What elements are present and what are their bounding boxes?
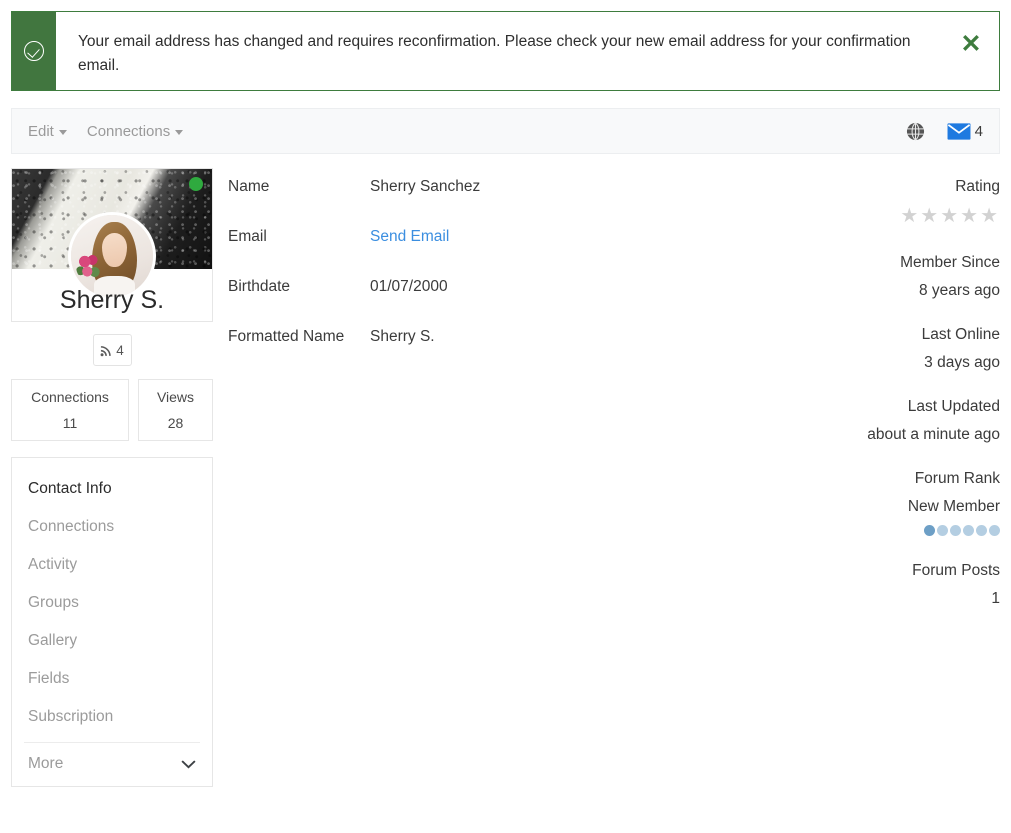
sidebar-item-fields[interactable]: Fields xyxy=(12,660,212,698)
meta-rating-label: Rating xyxy=(955,178,1000,195)
meta-last-online-label: Last Online xyxy=(921,326,1000,343)
sidebar-item-activity[interactable]: Activity xyxy=(12,546,212,584)
rank-dot xyxy=(924,525,935,536)
profile-nav: Contact Info Connections Activity Groups… xyxy=(11,457,213,787)
meta-forum-posts: Forum Posts 1 xyxy=(770,562,1000,608)
field-value-birthdate: 01/07/2000 xyxy=(370,278,448,295)
meta-last-online: Last Online 3 days ago xyxy=(770,326,1000,372)
messages-count: 4 xyxy=(974,122,983,140)
stat-connections-value: 11 xyxy=(62,415,78,431)
caret-down-icon xyxy=(58,129,67,135)
meta-forum-rank: Forum Rank New Member xyxy=(770,470,1000,536)
field-label-email: Email xyxy=(228,228,267,245)
field-label-name: Name xyxy=(228,178,270,195)
field-row-birthdate: Birthdate 01/07/2000 xyxy=(228,278,648,296)
sidebar-item-connections[interactable]: Connections xyxy=(12,508,212,546)
chevron-down-icon xyxy=(181,760,196,769)
rank-dot xyxy=(989,525,1000,536)
globe-icon[interactable] xyxy=(906,121,925,141)
sidebar-more-toggle[interactable]: More xyxy=(12,743,212,786)
field-label-birthdate: Birthdate xyxy=(228,278,291,295)
meta-rating: Rating ★★★★★ xyxy=(770,178,1000,228)
avatar-image xyxy=(71,215,153,297)
field-row-email: Email Send Email xyxy=(228,228,648,246)
profile-meta: Rating ★★★★★ Member Since 8 years ago La… xyxy=(770,178,1000,634)
field-value-name: Sherry Sanchez xyxy=(370,178,481,195)
meta-forum-posts-label: Forum Posts xyxy=(912,562,1000,579)
sidebar-item-contact-info[interactable]: Contact Info xyxy=(12,470,212,508)
check-circle-icon xyxy=(24,41,44,61)
profile-card: Sherry S. xyxy=(11,168,213,322)
email-confirmation-alert: Your email address has changed and requi… xyxy=(11,11,1000,91)
meta-forum-posts-value: 1 xyxy=(991,590,1000,607)
toolbar-actions: 4 xyxy=(906,121,983,141)
sidebar-item-gallery[interactable]: Gallery xyxy=(12,622,212,660)
profile-page: Your email address has changed and requi… xyxy=(0,0,1011,833)
alert-icon-strip xyxy=(12,12,56,90)
toolbar-menu-edit[interactable]: Edit xyxy=(28,123,67,140)
forum-rank-dots xyxy=(770,525,1000,536)
toolbar-menu-edit-label: Edit xyxy=(28,122,54,140)
profile-display-name: Sherry S. xyxy=(59,286,165,314)
field-label-formatted-name: Formatted Name xyxy=(228,328,345,345)
meta-member-since-label: Member Since xyxy=(900,254,1000,271)
profile-toolbar: Edit Connections 4 xyxy=(11,108,1000,154)
sidebar-more-label: More xyxy=(28,755,64,772)
feed-badge[interactable]: 4 xyxy=(92,334,132,366)
rank-dot xyxy=(963,525,974,536)
caret-down-icon xyxy=(175,129,184,135)
sidebar-item-groups[interactable]: Groups xyxy=(12,584,212,622)
feed-count: 4 xyxy=(116,342,124,358)
meta-forum-rank-label: Forum Rank xyxy=(914,470,1000,487)
rss-icon xyxy=(100,345,111,356)
alert-message: Your email address has changed and requi… xyxy=(78,33,911,75)
send-email-link[interactable]: Send Email xyxy=(370,228,449,246)
field-value-formatted-name: Sherry S. xyxy=(370,328,435,345)
toolbar-menu-connections-label: Connections xyxy=(86,122,171,140)
stat-views-label: Views xyxy=(156,389,195,405)
stat-connections[interactable]: Connections 11 xyxy=(11,379,129,441)
stat-connections-label: Connections xyxy=(31,389,109,405)
rank-dot xyxy=(950,525,961,536)
meta-last-updated-label: Last Updated xyxy=(907,398,1000,415)
meta-last-updated-value: about a minute ago xyxy=(867,426,1000,443)
meta-member-since-value: 8 years ago xyxy=(919,282,1000,299)
rating-stars[interactable]: ★★★★★ xyxy=(770,203,1000,228)
rank-dot xyxy=(937,525,948,536)
meta-last-updated: Last Updated about a minute ago xyxy=(770,398,1000,444)
field-row-name: Name Sherry Sanchez xyxy=(228,178,648,196)
messages-button[interactable]: 4 xyxy=(947,123,983,140)
stat-views[interactable]: Views 28 xyxy=(138,379,213,441)
contact-info-fields: Name Sherry Sanchez Email Send Email Bir… xyxy=(228,178,648,378)
sidebar-item-subscription[interactable]: Subscription xyxy=(12,698,212,736)
field-row-formatted-name: Formatted Name Sherry S. xyxy=(228,328,648,346)
left-sidebar: Sherry S. 4 Connections 11 Views 28 Cont… xyxy=(11,168,213,787)
online-status-dot xyxy=(189,177,203,191)
profile-stats: Connections 11 Views 28 xyxy=(11,379,213,441)
meta-forum-rank-value: New Member xyxy=(907,498,1000,515)
toolbar-menu-group: Edit Connections xyxy=(28,122,184,140)
rank-dot xyxy=(976,525,987,536)
stat-views-value: 28 xyxy=(167,415,184,431)
close-icon[interactable]: ✕ xyxy=(943,12,999,90)
meta-member-since: Member Since 8 years ago xyxy=(770,254,1000,300)
meta-last-online-value: 3 days ago xyxy=(924,354,1000,371)
toolbar-menu-connections[interactable]: Connections xyxy=(86,122,184,140)
